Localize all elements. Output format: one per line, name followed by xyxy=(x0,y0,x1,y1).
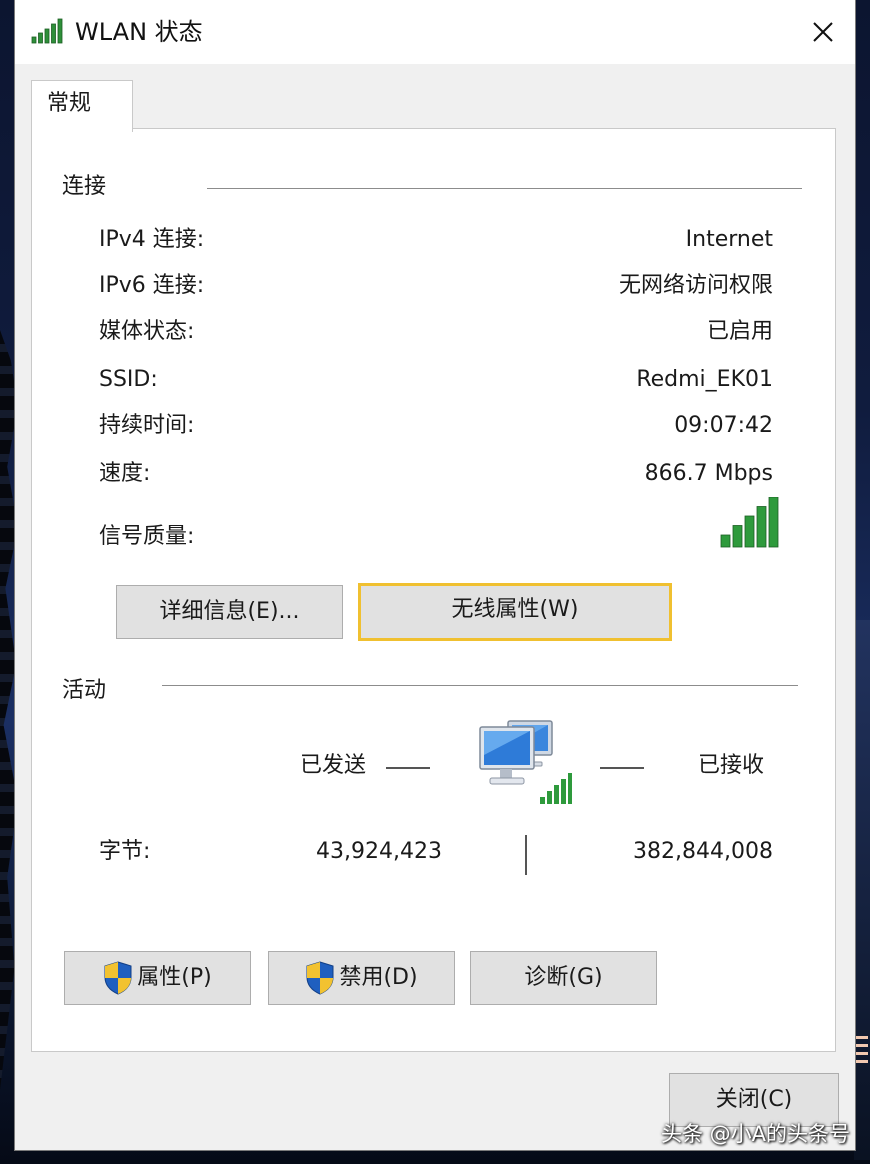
ipv4-value: Internet xyxy=(685,227,773,252)
general-tab-panel: 连接 IPv4 连接: Internet IPv6 连接: 无网络访问权限 媒体… xyxy=(31,128,836,1052)
watermark-text: 头条 @小A的头条号 xyxy=(660,1122,850,1146)
ipv6-value: 无网络访问权限 xyxy=(618,273,773,298)
wlan-status-dialog: WLAN 状态 常规 连接 IPv4 连接: Internet IPv6 连接:… xyxy=(15,0,855,1150)
tab-general[interactable]: 常规 xyxy=(31,80,133,132)
sent-dash xyxy=(386,767,430,769)
details-button[interactable]: 详细信息(E)... xyxy=(116,585,343,639)
signal-strength-icon xyxy=(720,497,779,548)
bytes-label: 字节: xyxy=(99,839,151,864)
bytes-received-value: 382,844,008 xyxy=(633,839,773,864)
signal-bar xyxy=(756,506,767,548)
background-desktop-edge xyxy=(854,620,870,1160)
bytes-sent-value: 43,924,423 xyxy=(316,839,442,864)
speed-value: 866.7 Mbps xyxy=(644,461,773,486)
connection-group-label: 连接 xyxy=(62,174,107,199)
wireless-properties-button[interactable]: 无线属性(W) xyxy=(358,583,672,641)
close-button[interactable]: 关闭(C) xyxy=(669,1073,839,1127)
received-dash xyxy=(600,767,644,769)
signal-bar xyxy=(732,525,743,548)
network-computers-icon xyxy=(479,720,572,804)
signal-bar xyxy=(720,534,731,548)
bytes-divider xyxy=(525,835,527,875)
speed-label: 速度: xyxy=(99,461,151,486)
signal-bar xyxy=(768,497,779,548)
ssid-value: Redmi_EK01 xyxy=(636,367,773,392)
signal-bar xyxy=(744,515,755,548)
ssid-label: SSID: xyxy=(99,367,158,392)
uac-shield-icon xyxy=(306,961,334,995)
disable-button[interactable]: 禁用(D) xyxy=(268,951,455,1005)
sent-label: 已发送 xyxy=(300,753,367,778)
media-state-label: 媒体状态: xyxy=(99,319,195,344)
activity-separator xyxy=(162,685,798,686)
close-icon xyxy=(813,22,833,42)
disable-button-label: 禁用(D) xyxy=(339,965,418,990)
ipv6-label: IPv6 连接: xyxy=(99,273,205,298)
duration-label: 持续时间: xyxy=(99,413,195,438)
signal-quality-label: 信号质量: xyxy=(99,524,195,549)
background-lights xyxy=(856,1036,868,1066)
connection-separator xyxy=(207,188,802,189)
ipv4-label: IPv4 连接: xyxy=(99,227,205,252)
properties-button[interactable]: 属性(P) xyxy=(64,951,251,1005)
activity-group-label: 活动 xyxy=(62,678,107,703)
window-close-button[interactable] xyxy=(791,0,855,64)
wifi-signal-icon xyxy=(31,18,63,44)
duration-value: 09:07:42 xyxy=(674,413,773,438)
window-title: WLAN 状态 xyxy=(75,18,203,46)
title-bar: WLAN 状态 xyxy=(15,0,855,64)
properties-button-label: 属性(P) xyxy=(137,965,212,990)
diagnose-button[interactable]: 诊断(G) xyxy=(470,951,657,1005)
media-state-value: 已启用 xyxy=(706,319,773,344)
received-label: 已接收 xyxy=(698,753,765,778)
uac-shield-icon xyxy=(104,961,132,995)
